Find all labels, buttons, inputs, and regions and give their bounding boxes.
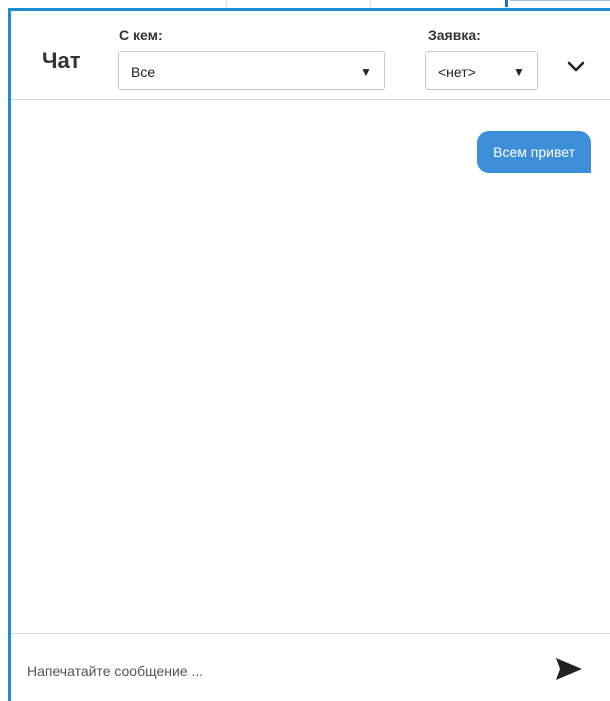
send-icon[interactable] <box>554 656 584 682</box>
message-list[interactable]: Всем привет <box>11 100 610 633</box>
message-bubble-outgoing: Всем привет <box>477 131 591 173</box>
with-whom-select[interactable]: Все ▼ <box>118 51 385 90</box>
background-active-marker <box>505 0 508 7</box>
message-composer <box>11 633 610 701</box>
with-whom-value: Все <box>131 64 156 80</box>
chevron-down-icon[interactable] <box>567 61 585 73</box>
triangle-down-icon: ▼ <box>360 65 372 79</box>
message-input[interactable] <box>25 652 529 690</box>
chat-window: Чат С кем: Все ▼ Заявка: <нет> ▼ Всем пр… <box>0 0 610 701</box>
chat-panel: Чат С кем: Все ▼ Заявка: <нет> ▼ Всем пр… <box>8 8 610 701</box>
background-divider <box>370 0 371 7</box>
with-whom-label: С кем: <box>119 27 163 43</box>
chat-title: Чат <box>42 48 81 73</box>
background-divider <box>510 0 610 1</box>
chat-header: Чат С кем: Все ▼ Заявка: <нет> ▼ <box>11 11 610 100</box>
request-select[interactable]: <нет> ▼ <box>425 51 538 90</box>
background-divider <box>226 0 227 7</box>
background-page-strip <box>0 0 610 8</box>
request-label: Заявка: <box>428 27 481 43</box>
request-value: <нет> <box>438 64 476 80</box>
triangle-down-icon: ▼ <box>513 65 525 79</box>
